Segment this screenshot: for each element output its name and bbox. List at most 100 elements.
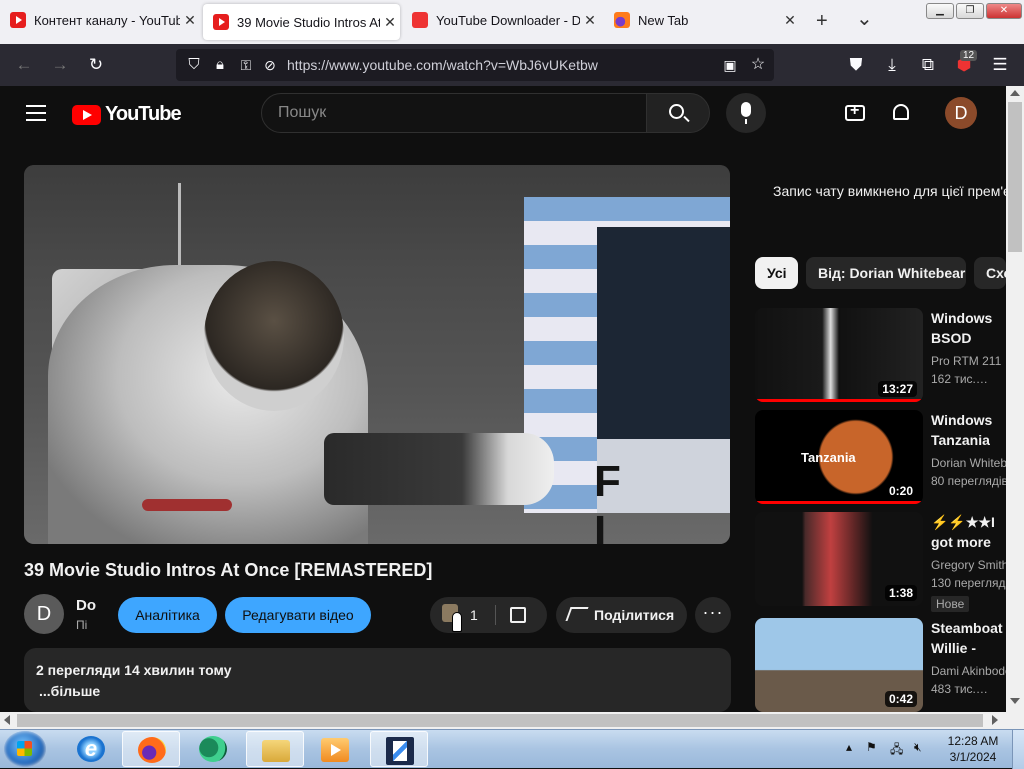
shield-icon[interactable]: ⛉	[182, 53, 206, 77]
network-icon[interactable]: 🖧︎	[890, 740, 903, 761]
taskbar-internet-explorer[interactable]: e	[62, 731, 120, 767]
recommendation-item[interactable]: 1:38 ⚡⚡★★I got more new… Gregory Smith 1…	[755, 512, 1007, 612]
clock-time: 12:28 AM	[947, 734, 999, 748]
close-window-button[interactable]: ✕	[986, 3, 1022, 19]
close-tab-icon[interactable]: ✕	[180, 12, 200, 29]
taskbar-edge[interactable]	[184, 731, 242, 767]
vertical-scroll-thumb[interactable]	[1008, 102, 1022, 252]
recommendation-views: 130 переглядів	[931, 576, 1007, 590]
horizontal-scrollbar[interactable]	[0, 712, 1006, 729]
permissions-icon[interactable]: ⚿	[234, 53, 258, 77]
scroll-right-icon[interactable]	[992, 715, 998, 725]
windows-taskbar: e ▴ ⚑ 🖧︎ 🔇︎ 12:28 AM 3/1/2024	[0, 729, 1024, 769]
tab-new-tab[interactable]: New Tab ✕	[604, 0, 800, 40]
show-more-link[interactable]: ...більше	[39, 683, 100, 699]
video-player[interactable]: F I	[24, 165, 730, 544]
maximize-button[interactable]: ❐	[956, 3, 984, 19]
tab-current-video[interactable]: 39 Movie Studio Intros At Once ✕	[203, 4, 400, 40]
horizontal-scroll-thumb[interactable]	[17, 714, 983, 727]
list-all-tabs-button[interactable]: ⌄	[856, 6, 873, 31]
recommendation-thumbnail[interactable]: 0:42	[755, 618, 923, 712]
recommendation-title[interactable]: ⚡⚡★★I got more new…	[931, 512, 1007, 552]
pocket-icon[interactable]: ⛊	[844, 53, 868, 77]
recommendation-channel[interactable]: Gregory Smith	[931, 558, 1007, 572]
chip-related[interactable]: Схожі	[974, 257, 1006, 289]
chip-all[interactable]: Усі	[755, 257, 798, 289]
reload-icon[interactable]: ↻	[84, 53, 108, 77]
taskbar-firefox[interactable]	[122, 731, 180, 767]
recommendation-thumbnail[interactable]: 1:38	[755, 512, 923, 606]
taskbar-kinemaster[interactable]	[370, 731, 428, 767]
url-text[interactable]: https://www.youtube.com/watch?v=WbJ6vUKe…	[287, 57, 598, 73]
recommendation-channel[interactable]: Dami Akinbode	[931, 664, 1007, 678]
back-icon[interactable]: ←	[12, 53, 36, 77]
video-title: 39 Movie Studio Intros At Once [REMASTER…	[24, 560, 433, 580]
analytics-button[interactable]: Аналітика	[118, 597, 217, 633]
new-tab-button[interactable]: +	[816, 10, 828, 33]
taskbar-media-player[interactable]	[306, 731, 364, 767]
recommendation-title[interactable]: Steamboat Willie - Unreleased	[931, 618, 1007, 658]
recommendation-title[interactable]: Windows BSOD Compilation	[931, 308, 1007, 348]
youtube-header: YouTube Пошук D	[0, 86, 1006, 142]
taskbar-file-explorer[interactable]	[246, 731, 304, 767]
tab-channel-content[interactable]: Контент каналу - YouTube ✕	[0, 0, 200, 40]
recommendation-title[interactable]: Windows Tanzania	[931, 410, 1007, 450]
recommendation-channel[interactable]: Dorian Whitebear	[931, 456, 1007, 470]
show-desktop-button[interactable]	[1012, 730, 1024, 769]
recommendation-item[interactable]: 0:42 Steamboat Willie - Unreleased Dami …	[755, 618, 1007, 714]
user-avatar[interactable]: D	[945, 97, 977, 129]
channel-name[interactable]: Do	[76, 597, 96, 614]
dislike-icon[interactable]	[510, 607, 526, 623]
close-tab-icon[interactable]: ✕	[380, 14, 400, 31]
recommendation-channel[interactable]: Pro RTM 211	[931, 354, 1007, 368]
taskbar-clock[interactable]: 12:28 AM 3/1/2024	[940, 733, 1006, 765]
browser-tab-bar: Контент каналу - YouTube ✕ 39 Movie Stud…	[0, 0, 1024, 44]
close-tab-icon[interactable]: ✕	[780, 12, 800, 29]
recommendation-views: 483 тис.…	[931, 682, 988, 696]
volume-muted-icon[interactable]: 🔇︎	[914, 740, 922, 755]
show-hidden-icons[interactable]: ▴	[846, 740, 852, 754]
reader-view-icon[interactable]: ▣	[718, 53, 742, 77]
recommendation-item[interactable]: 13:27 Windows BSOD Compilation Pro RTM 2…	[755, 308, 1006, 404]
guide-menu-icon[interactable]	[26, 105, 46, 121]
menu-icon[interactable]: ☰	[988, 53, 1012, 77]
recommendation-thumbnail[interactable]: 13:27	[755, 308, 923, 402]
edit-video-button[interactable]: Редагувати відео	[225, 597, 371, 633]
channel-subscribers: Пі	[76, 618, 88, 632]
more-actions-button[interactable]: ···	[695, 597, 731, 633]
create-video-icon[interactable]	[845, 102, 865, 121]
video-frame-arm	[324, 433, 554, 505]
start-button[interactable]	[4, 731, 46, 767]
notifications-bell-icon[interactable]	[893, 104, 909, 120]
tab-youtube-downloader[interactable]: YouTube Downloader - Download ✕	[402, 0, 600, 40]
url-bar[interactable]: ⛉ 🔒︎ ⚿ ⊘ https://www.youtube.com/watch?v…	[176, 49, 774, 81]
close-tab-icon[interactable]: ✕	[580, 12, 600, 29]
recommendation-thumbnail[interactable]: Tanzania 0:20	[755, 410, 923, 504]
vertical-scrollbar[interactable]	[1006, 86, 1024, 712]
video-frame-letters: F I	[594, 457, 659, 544]
video-duration: 0:42	[884, 691, 917, 707]
search-input[interactable]: Пошук	[261, 93, 647, 133]
video-duration: 13:27	[878, 381, 917, 397]
share-button[interactable]: Поділитися	[556, 597, 687, 633]
downloads-icon[interactable]: ⤓	[880, 53, 904, 77]
bookmark-star-icon[interactable]: ☆	[746, 53, 770, 77]
description-box[interactable]: 2 перегляди 14 хвилин тому ...більше	[24, 648, 731, 712]
scroll-left-icon[interactable]	[4, 715, 10, 725]
channel-avatar[interactable]: D	[24, 594, 64, 634]
search-button[interactable]	[646, 93, 710, 133]
action-center-flag-icon[interactable]: ⚑	[866, 740, 877, 754]
lock-icon[interactable]: 🔒︎	[208, 53, 232, 77]
scrollbar-corner	[1006, 712, 1024, 729]
extensions-icon[interactable]: ⧉	[916, 53, 940, 77]
tracking-blocked-icon[interactable]: ⊘	[258, 53, 282, 77]
video-frame-helmet	[204, 261, 344, 411]
voice-search-button[interactable]	[726, 93, 766, 133]
youtube-logo[interactable]: YouTube	[72, 103, 182, 126]
scroll-down-icon[interactable]	[1010, 698, 1020, 704]
recommendation-item[interactable]: Tanzania 0:20 Windows Tanzania Dorian Wh…	[755, 410, 1007, 506]
scroll-up-icon[interactable]	[1010, 90, 1020, 96]
minimize-button[interactable]: ▁	[926, 3, 954, 19]
forward-icon[interactable]: →	[48, 53, 72, 77]
chip-from-channel[interactable]: Від: Dorian Whitebear	[806, 257, 966, 289]
